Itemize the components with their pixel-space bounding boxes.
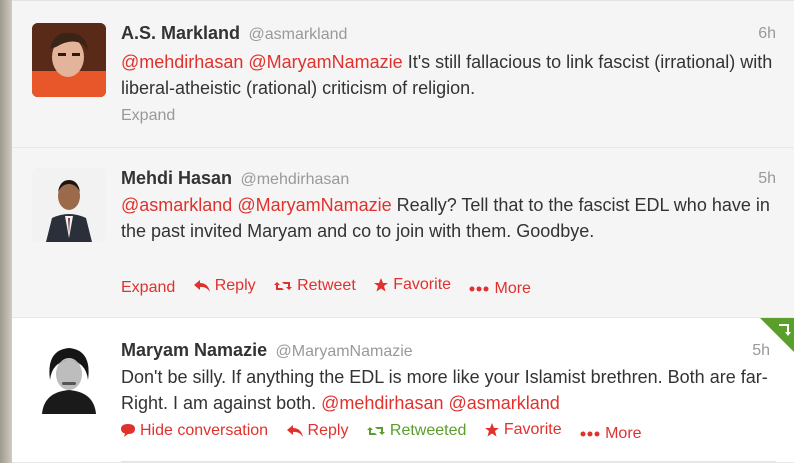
tweet[interactable]: Mehdi Hasan @mehdirhasan 5h @asmarkland … bbox=[12, 148, 794, 318]
page-background bbox=[0, 0, 12, 463]
tweet-header: Mehdi Hasan @mehdirhasan bbox=[121, 168, 349, 190]
tweet[interactable]: A.S. Markland @asmarkland 6h @mehdirhasa… bbox=[12, 0, 794, 148]
reply-label: Reply bbox=[307, 422, 349, 439]
timestamp[interactable]: 6h bbox=[758, 25, 776, 43]
fullname[interactable]: Mehdi Hasan bbox=[121, 168, 232, 188]
mention-link[interactable]: @mehdirhasan bbox=[121, 52, 243, 72]
tweet[interactable]: Maryam Namazie @MaryamNamazie 5h Don't b… bbox=[12, 318, 794, 463]
avatar[interactable] bbox=[32, 340, 106, 414]
retweeted-button[interactable]: Retweeted bbox=[366, 422, 467, 440]
more-dots-icon bbox=[580, 431, 600, 437]
tweet-actions: Expand Reply Retweet Favorite More bbox=[121, 276, 545, 298]
retweet-label: Retweet bbox=[297, 277, 356, 294]
star-icon bbox=[374, 278, 389, 292]
speech-bubble-icon bbox=[121, 424, 135, 437]
star-icon bbox=[484, 423, 499, 437]
reply-icon bbox=[286, 425, 303, 437]
more-label: More bbox=[605, 425, 642, 442]
reply-button[interactable]: Reply bbox=[286, 422, 349, 440]
mention-link[interactable]: @MaryamNamazie bbox=[237, 195, 391, 215]
more-button[interactable]: More bbox=[580, 425, 642, 443]
tweet-header: A.S. Markland @asmarkland bbox=[121, 23, 347, 45]
hide-conversation-button[interactable]: Hide conversation bbox=[121, 422, 268, 440]
avatar-photo-icon bbox=[32, 23, 106, 97]
more-dots-icon bbox=[469, 286, 489, 292]
favorite-button[interactable]: Favorite bbox=[484, 421, 562, 439]
timestamp[interactable]: 5h bbox=[758, 170, 776, 188]
mention-link[interactable]: @MaryamNamazie bbox=[248, 52, 402, 72]
tweet-stream: A.S. Markland @asmarkland 6h @mehdirhasa… bbox=[12, 0, 794, 463]
tweet-header: Maryam Namazie @MaryamNamazie bbox=[121, 340, 413, 362]
reply-icon bbox=[193, 280, 210, 292]
retweet-icon bbox=[366, 427, 385, 435]
fullname[interactable]: Maryam Namazie bbox=[121, 340, 267, 360]
avatar[interactable] bbox=[32, 168, 106, 242]
avatar[interactable] bbox=[32, 23, 106, 97]
tweet-actions: Expand bbox=[121, 107, 175, 129]
timestamp[interactable]: 5h bbox=[752, 342, 770, 360]
username[interactable]: @MaryamNamazie bbox=[276, 343, 413, 360]
username[interactable]: @mehdirhasan bbox=[240, 171, 349, 188]
avatar-photo-icon bbox=[32, 340, 106, 414]
more-label: More bbox=[494, 280, 531, 297]
retweet-button[interactable]: Retweet bbox=[274, 277, 356, 295]
mention-link[interactable]: @asmarkland bbox=[121, 195, 232, 215]
tweet-actions: Hide conversation Reply Retweeted Favori… bbox=[121, 421, 656, 443]
username[interactable]: @asmarkland bbox=[248, 26, 347, 43]
mention-link[interactable]: @asmarkland bbox=[448, 393, 559, 413]
favorite-label: Favorite bbox=[503, 421, 562, 438]
tweet-text: @asmarkland @MaryamNamazie Really? Tell … bbox=[121, 192, 781, 244]
retweeted-label: Retweeted bbox=[389, 422, 467, 439]
hide-conversation-label: Hide conversation bbox=[140, 421, 269, 439]
expand-link[interactable]: Expand bbox=[121, 107, 175, 124]
mention-link[interactable]: @mehdirhasan bbox=[321, 393, 443, 413]
reply-button[interactable]: Reply bbox=[193, 277, 256, 295]
retweet-icon bbox=[274, 282, 293, 290]
expand-label: Expand bbox=[121, 279, 176, 296]
divider bbox=[121, 461, 776, 462]
expand-button[interactable]: Expand bbox=[121, 279, 175, 297]
more-button[interactable]: More bbox=[469, 280, 531, 298]
tweet-text: Don't be silly. If anything the EDL is m… bbox=[121, 364, 781, 416]
favorite-button[interactable]: Favorite bbox=[374, 276, 451, 294]
tweet-body: Don't be silly. If anything the EDL is m… bbox=[121, 367, 768, 413]
avatar-photo-icon bbox=[32, 168, 106, 242]
tweet-text: @mehdirhasan @MaryamNamazie It's still f… bbox=[121, 49, 781, 101]
reply-label: Reply bbox=[214, 277, 256, 294]
fullname[interactable]: A.S. Markland bbox=[121, 23, 240, 43]
favorite-label: Favorite bbox=[393, 276, 452, 293]
